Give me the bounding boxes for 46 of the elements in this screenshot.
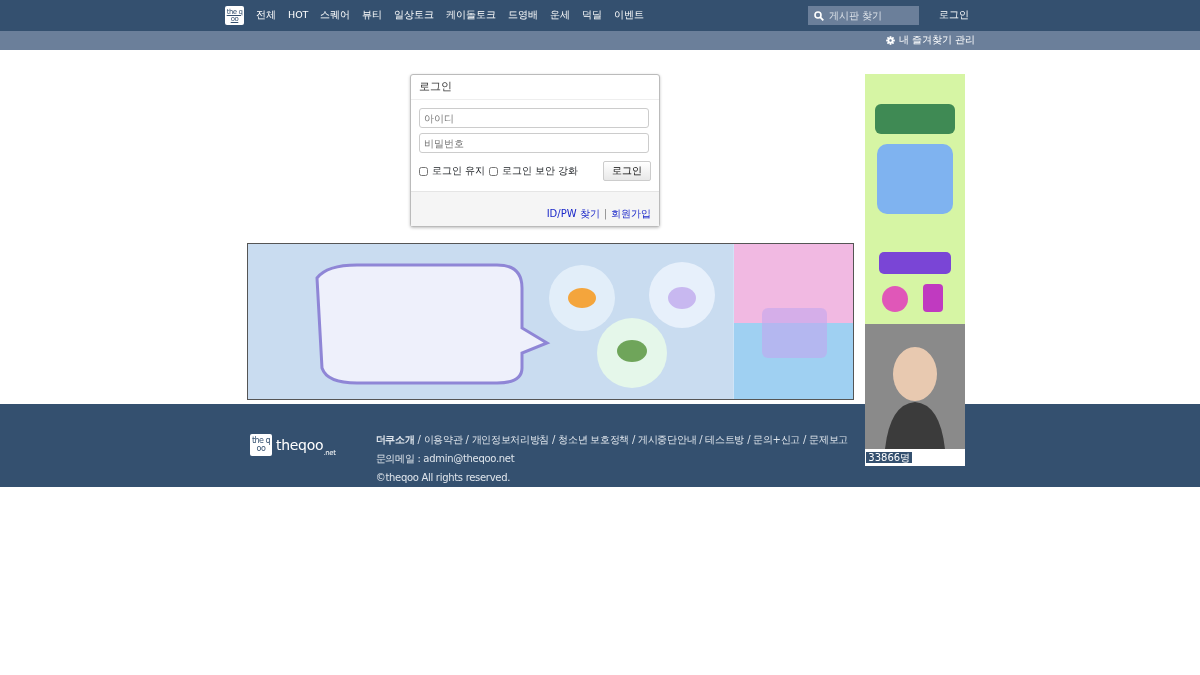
nav-link[interactable]: 뷰티 [362, 8, 383, 23]
nav-link[interactable]: HOT [288, 8, 309, 23]
visitor-counter: 33866명 [866, 452, 913, 463]
footer-link[interactable]: 문의+신고 [753, 432, 801, 447]
search-box[interactable]: 게시판 찾기 [808, 6, 919, 25]
account-link[interactable]: ID/PW 찾기 [546, 205, 600, 221]
footer-link[interactable]: 청소년 보호정책 [558, 432, 629, 447]
account-link[interactable]: 회원가입 [611, 205, 652, 221]
footer-separator: / [699, 433, 703, 447]
checkbox[interactable] [419, 166, 429, 176]
footer-separator: / [631, 433, 636, 447]
footer-separator: / [465, 433, 469, 447]
footer-copyright: ©theqoo All rights reserved. [375, 471, 512, 485]
password-field[interactable]: 비밀번호 [419, 133, 650, 153]
link-separator: | [603, 206, 608, 221]
checkbox-label: 로그인 유지 [432, 164, 486, 178]
footer-link[interactable]: 게시중단안내 [638, 432, 697, 447]
footer-logo: the qoo [250, 434, 272, 456]
footer-separator: / [417, 433, 421, 447]
footer-separator: / [803, 433, 807, 447]
footer-link[interactable]: 테스트방 [705, 432, 745, 447]
nav-link[interactable]: 케이돌토크 [446, 8, 497, 23]
login-link[interactable]: 로그인 [939, 8, 969, 23]
nav-link[interactable]: 일상토크 [394, 8, 435, 23]
nav-link[interactable]: 운세 [550, 8, 571, 23]
search-icon [814, 10, 824, 21]
nav-link[interactable]: 전체 [256, 8, 276, 23]
footer-link[interactable]: 더쿠소개 [375, 432, 415, 447]
nav-link[interactable]: 스퀘어 [320, 8, 351, 23]
checkbox[interactable] [489, 166, 499, 176]
footer-separator: / [747, 433, 751, 447]
panel-title: 로그인 [419, 79, 453, 95]
checkbox-label: 로그인 보안 강화 [502, 164, 579, 178]
footer-email: 문의메일 : admin@theqoo.net [375, 452, 516, 466]
search-field[interactable]: 게시판 찾기 [829, 8, 914, 23]
footer-link[interactable]: 문제보고 [809, 432, 848, 447]
gear-icon [885, 36, 895, 45]
nav-link[interactable]: 이벤트 [614, 8, 645, 23]
footer-link[interactable]: 개인정보처리방침 [471, 432, 550, 447]
nav-link[interactable]: 드영배 [508, 8, 539, 23]
footer-separator: / [552, 433, 556, 447]
footer-link[interactable]: 이용약관 [423, 432, 463, 447]
login-button[interactable]: 로그인 [603, 161, 652, 182]
nav-link[interactable]: 덕딜 [582, 8, 603, 23]
id-field[interactable]: 아이디 [419, 108, 650, 128]
footer-wordmark: theqoo [276, 438, 324, 452]
